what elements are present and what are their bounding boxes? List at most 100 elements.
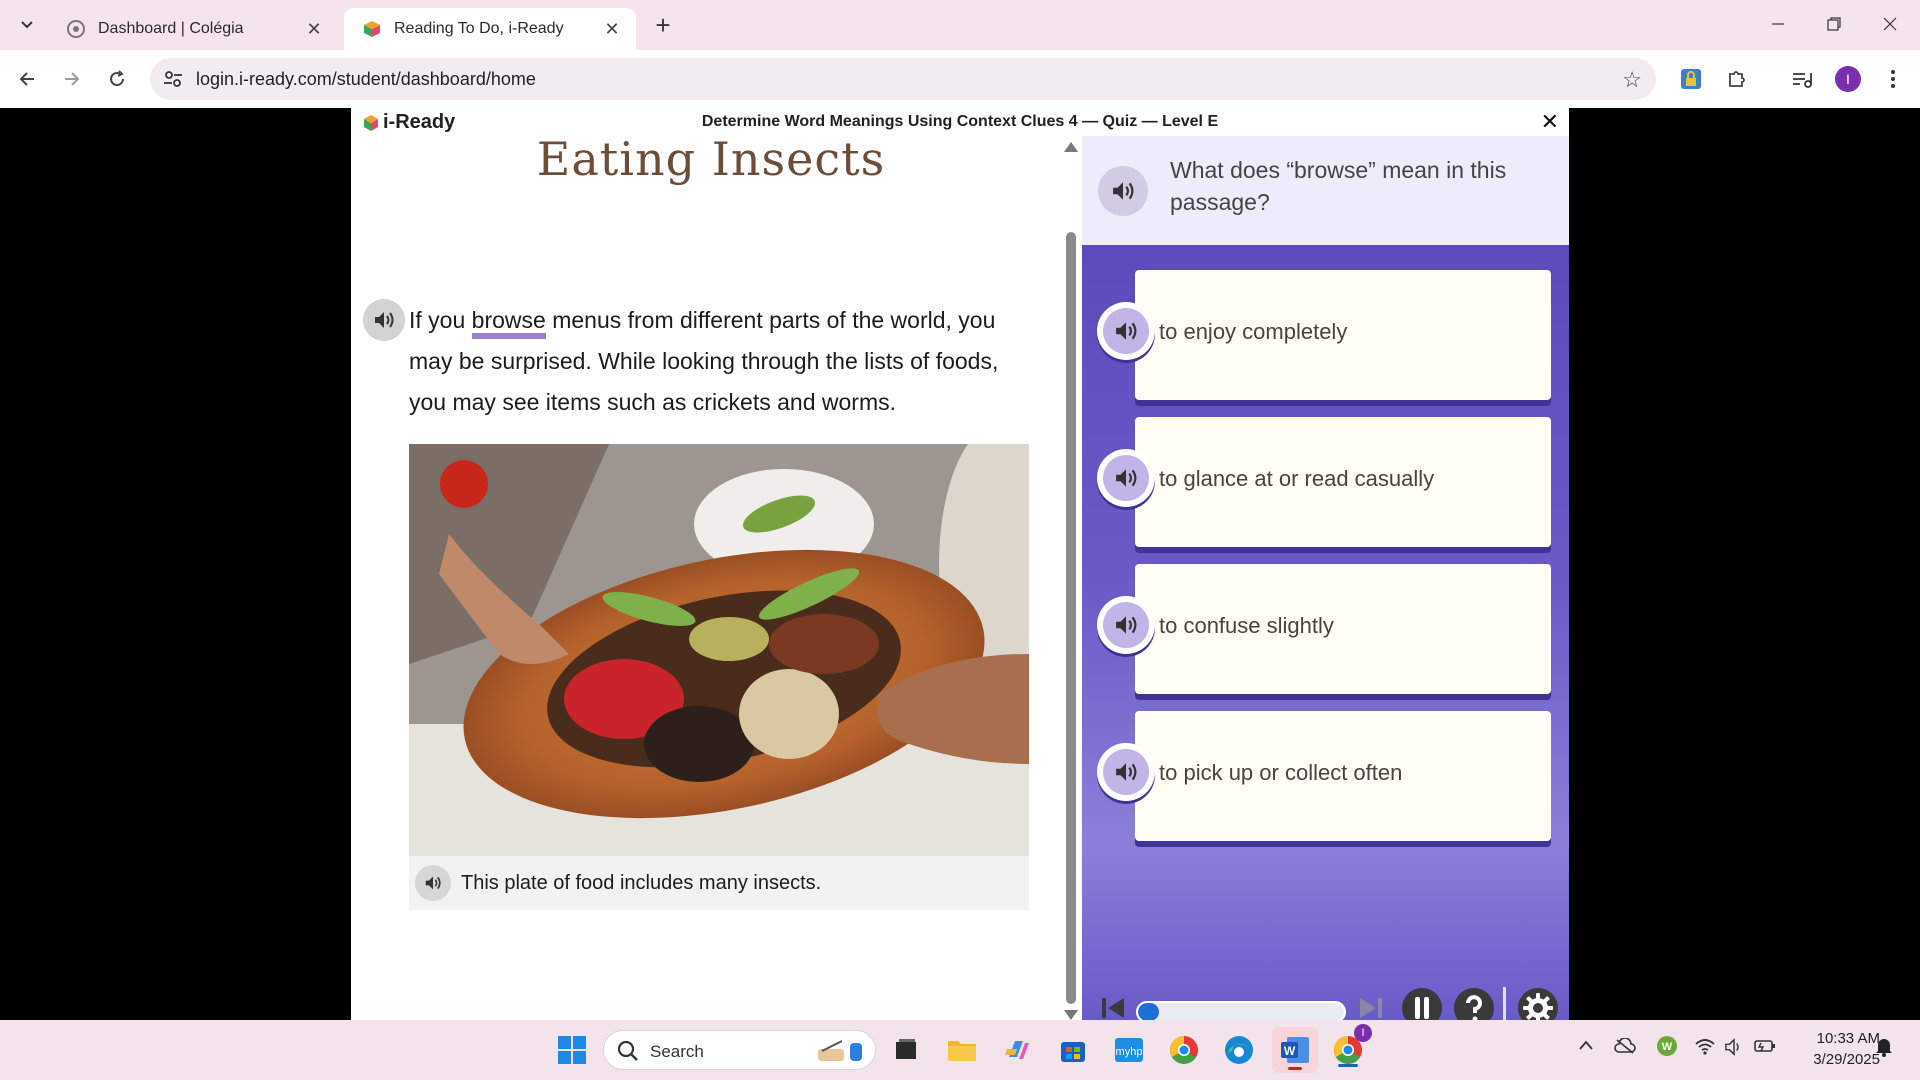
wifi-tray-icon[interactable] [1694, 1038, 1716, 1059]
minimize-icon [1772, 23, 1784, 25]
quiz-title: Determine Word Meanings Using Context Cl… [701, 113, 1219, 130]
iready-cube-icon [364, 21, 380, 37]
tab-iready[interactable]: Reading To Do, i-Ready ✕ [344, 8, 636, 50]
question-box: What does “browse” mean in this passage? [1082, 136, 1569, 245]
answer-label: to enjoy completely [1159, 319, 1348, 344]
answer-choice[interactable]: to pick up or collect often [1097, 711, 1557, 843]
site-info-icon[interactable] [162, 68, 184, 90]
edge-button[interactable] [1219, 1030, 1259, 1070]
w-badge-icon: W [1657, 1036, 1677, 1056]
windows-logo-icon [558, 1036, 586, 1064]
scroll-up-arrow-icon[interactable] [1064, 142, 1078, 152]
word-button[interactable]: W [1272, 1027, 1318, 1073]
speaker-icon [1116, 616, 1137, 634]
read-aloud-answer-button[interactable] [1097, 743, 1155, 801]
chrome-profile-button[interactable]: I [1328, 1024, 1372, 1070]
running-indicator [1288, 1067, 1302, 1070]
new-tab-button[interactable]: + [648, 10, 678, 40]
battery-tray-icon[interactable] [1754, 1038, 1776, 1057]
store-icon [1061, 1042, 1085, 1062]
bell-icon [1876, 1039, 1892, 1057]
close-icon[interactable]: ✕ [600, 17, 624, 41]
passage-scrollbar[interactable] [1063, 136, 1079, 1020]
tab-search-dropdown[interactable] [12, 10, 42, 40]
highlighted-word: browse [471, 307, 546, 339]
chevron-down-icon [21, 21, 33, 29]
close-icon[interactable]: ✕ [302, 17, 326, 41]
task-view-button[interactable] [886, 1030, 926, 1070]
myhp-button[interactable]: myhp [1109, 1030, 1149, 1070]
scroll-thumb[interactable] [1066, 232, 1076, 1004]
close-window-button[interactable] [1862, 0, 1918, 48]
show-hidden-icons-button[interactable] [1578, 1038, 1594, 1054]
notifications-button[interactable] [1874, 1036, 1894, 1061]
onedrive-tray-icon[interactable] [1614, 1037, 1636, 1057]
insect-plate-photo [409, 444, 1029, 856]
photo-caption: This plate of food includes many insects… [409, 856, 1029, 910]
forward-button[interactable] [55, 62, 89, 96]
answer-choice[interactable]: to confuse slightly [1097, 564, 1557, 696]
tab-dashboard[interactable]: Dashboard | Colégia ✕ [48, 8, 338, 50]
back-button[interactable] [10, 62, 44, 96]
chrome-button[interactable] [1164, 1030, 1204, 1070]
chevron-up-icon [1579, 1040, 1593, 1050]
speaker-icon [1725, 1038, 1739, 1056]
speaker-icon [1116, 469, 1137, 487]
minimize-button[interactable] [1750, 0, 1806, 48]
speaker-icon [375, 312, 394, 328]
quiz-close-button[interactable]: ✕ [1541, 109, 1559, 135]
wifi-icon [1695, 1039, 1715, 1055]
tab-title: Reading To Do, i-Ready [394, 20, 564, 37]
speaker-icon [425, 876, 441, 890]
read-aloud-answer-button[interactable] [1097, 449, 1155, 507]
address-bar[interactable]: login.i-ready.com/student/dashboard/home… [150, 58, 1656, 100]
passage-title: Eating Insects [536, 136, 886, 186]
answer-choice[interactable]: to glance at or read casually [1097, 417, 1557, 549]
volume-tray-icon[interactable] [1724, 1038, 1744, 1059]
bookmark-star-icon[interactable]: ☆ [1622, 67, 1642, 93]
media-control-icon[interactable] [1787, 64, 1817, 94]
battery-icon [1754, 1040, 1775, 1052]
copilot-button[interactable] [998, 1030, 1038, 1070]
taskbar-search[interactable]: Search [603, 1030, 876, 1070]
speaker-icon [1116, 322, 1137, 340]
profile-avatar[interactable]: I [1833, 64, 1863, 94]
question-panel: What does “browse” mean in this passage?… [1082, 136, 1569, 1028]
passage-paragraph: If you browse menus from different parts… [409, 300, 1039, 423]
reload-button[interactable] [100, 62, 134, 96]
start-button[interactable] [552, 1030, 592, 1070]
read-aloud-answer-button[interactable] [1097, 596, 1155, 654]
colegia-favicon-icon [67, 20, 85, 38]
arrow-left-icon [19, 72, 34, 86]
restore-button[interactable] [1806, 0, 1862, 48]
browser-toolbar: login.i-ready.com/student/dashboard/home… [0, 50, 1920, 108]
scroll-down-arrow-icon[interactable] [1064, 1010, 1078, 1020]
speaker-icon [1113, 182, 1134, 200]
extensions-puzzle-icon[interactable] [1722, 64, 1752, 94]
extension-lock-icon[interactable] [1676, 64, 1706, 94]
paragraph-text: If you [409, 307, 472, 333]
read-aloud-passage-button[interactable] [363, 299, 405, 341]
task-view-icon [896, 1039, 916, 1059]
answer-label: to glance at or read casually [1159, 466, 1435, 491]
clock-date: 3/29/2025 [1813, 1051, 1880, 1068]
read-aloud-answer-button[interactable] [1097, 302, 1155, 360]
read-aloud-question-button[interactable] [1098, 166, 1148, 216]
answer-label: to pick up or collect often [1159, 760, 1403, 785]
file-explorer-button[interactable] [942, 1030, 982, 1070]
app-tray-icon[interactable]: W [1656, 1035, 1678, 1060]
search-label: Search [650, 1042, 704, 1061]
browser-menu-icon[interactable] [1878, 64, 1908, 94]
arrow-right-icon [65, 72, 80, 86]
iready-quiz-window: i-Ready Determine Word Meanings Using Co… [351, 108, 1569, 1028]
read-aloud-caption-button[interactable] [415, 865, 451, 901]
search-highlight-icon [818, 1040, 862, 1061]
speaker-icon [1116, 763, 1137, 781]
progress-fill [1138, 1003, 1159, 1021]
chrome-icon [1170, 1036, 1198, 1064]
microsoft-store-button[interactable] [1053, 1030, 1093, 1070]
answer-label: to confuse slightly [1159, 613, 1334, 638]
answer-choice[interactable]: to enjoy completely [1097, 270, 1557, 402]
taskbar-clock[interactable]: 10:33 AM 3/29/2025 [1790, 1028, 1880, 1070]
reading-passage: Eating Insects If you browse menus from … [351, 136, 1063, 1020]
